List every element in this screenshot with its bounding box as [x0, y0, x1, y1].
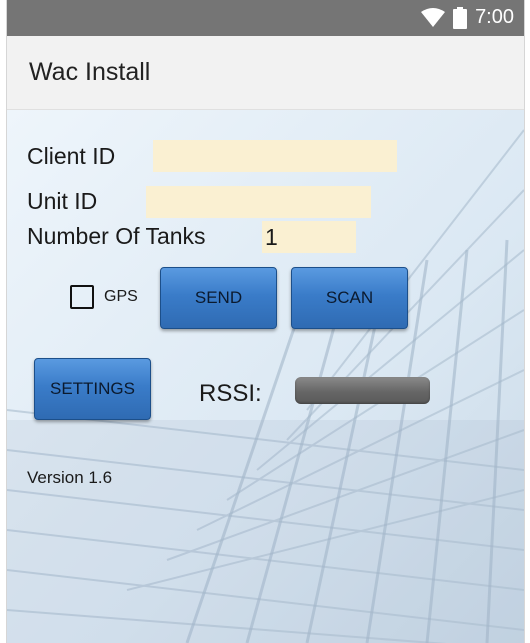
battery-icon	[453, 6, 468, 29]
client-id-label: Client ID	[27, 143, 116, 169]
scan-button[interactable]: SCAN	[291, 267, 408, 329]
number-of-tanks-label: Number Of Tanks	[27, 223, 206, 249]
rssi-label: RSSI:	[199, 380, 262, 407]
app-bar: Wac Install	[7, 36, 524, 110]
wifi-icon	[421, 7, 446, 27]
status-icons: 7:00	[421, 6, 514, 29]
status-bar: 7:00	[7, 0, 524, 36]
app-screen: 7:00 Wac Install Client ID Unit ID Numbe…	[0, 0, 530, 643]
client-id-field[interactable]	[153, 140, 397, 172]
unit-id-label: Unit ID	[27, 188, 98, 214]
version-text: Version 1.6	[27, 468, 113, 487]
number-of-tanks-field[interactable]: 1	[262, 221, 356, 253]
rssi-indicator-bar	[295, 377, 430, 404]
gps-label: GPS	[104, 288, 138, 305]
app-title: Wac Install	[29, 58, 151, 86]
gps-checkbox[interactable]	[70, 285, 94, 309]
screen-edge-right	[524, 0, 530, 643]
status-time: 7:00	[475, 6, 514, 28]
settings-button[interactable]: SETTINGS	[34, 358, 151, 420]
unit-id-field[interactable]	[146, 186, 371, 218]
send-button[interactable]: SEND	[160, 267, 277, 329]
main-content: Client ID Unit ID Number Of Tanks 1 GPS …	[7, 110, 524, 643]
screen-edge-left	[0, 0, 7, 643]
